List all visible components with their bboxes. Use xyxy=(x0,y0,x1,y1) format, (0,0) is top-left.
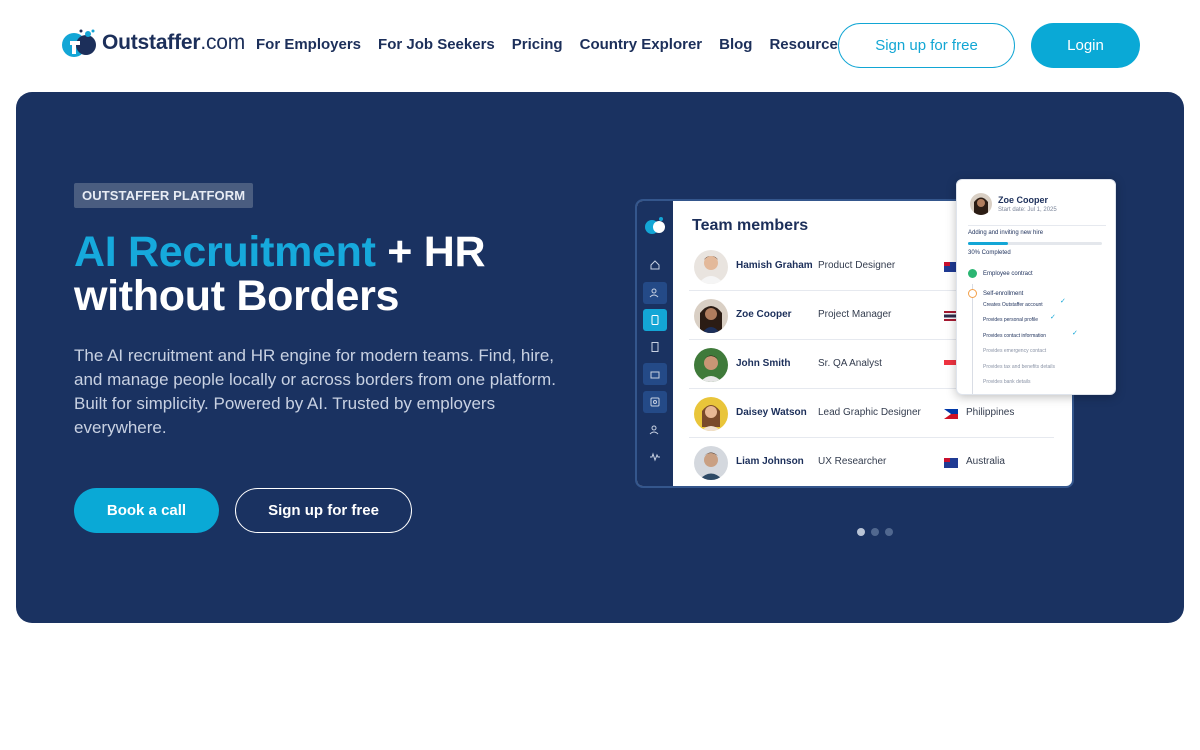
briefcase-icon xyxy=(643,363,667,385)
headline-accent: AI Recruitment xyxy=(74,228,376,276)
progress-fill xyxy=(968,242,1009,245)
australia-flag-icon xyxy=(944,458,958,468)
member-name: Hamish Graham xyxy=(736,260,813,271)
activity-icon xyxy=(643,446,667,468)
step-employee-contract: Employee contract xyxy=(968,269,1033,278)
table-row: Daisey Watson Lead Graphic Designer Phil… xyxy=(689,389,1054,438)
people-add-icon xyxy=(643,282,667,304)
book-call-button[interactable]: Book a call xyxy=(74,488,219,533)
member-name: Zoe Cooper xyxy=(736,309,792,320)
home-icon xyxy=(643,254,667,276)
pending-circle-icon xyxy=(968,289,977,298)
member-role: Product Designer xyxy=(818,260,896,271)
check-circle-icon xyxy=(968,269,977,278)
mockup-sidebar xyxy=(637,201,673,486)
avatar xyxy=(970,193,992,215)
substep: Provides tax and benefits details xyxy=(983,364,1055,370)
onboarding-popup: Zoe Cooper Start date: Jul 1, 2025 Addin… xyxy=(956,179,1116,395)
substep: Creates Outstaffer account xyxy=(983,302,1043,308)
users-icon xyxy=(643,419,667,441)
nav-for-employers[interactable]: For Employers xyxy=(256,36,361,53)
progress-bar xyxy=(968,242,1102,245)
member-name: John Smith xyxy=(736,358,791,369)
popup-name: Zoe Cooper xyxy=(998,195,1049,205)
carousel-dot[interactable] xyxy=(871,528,879,536)
member-name: Liam Johnson xyxy=(736,456,804,467)
avatar xyxy=(694,348,728,382)
substep: Provides bank details xyxy=(983,379,1031,385)
avatar xyxy=(694,250,728,284)
id-card-icon xyxy=(643,391,667,413)
login-button[interactable]: Login xyxy=(1031,23,1140,68)
member-role: Project Manager xyxy=(818,309,892,320)
divider xyxy=(968,225,1106,226)
nav-country-explorer[interactable]: Country Explorer xyxy=(580,36,703,53)
headline-rest-1: + HR xyxy=(375,228,486,276)
popup-start-date: Start date: Jul 1, 2025 xyxy=(998,207,1057,213)
headline-rest-2: without Borders xyxy=(74,272,400,320)
hero-description: The AI recruitment and HR engine for mod… xyxy=(74,346,556,437)
logo-text: Outstaffer.com xyxy=(102,31,246,54)
file-icon xyxy=(643,336,667,358)
main-nav: For Employers For Job Seekers Pricing Co… xyxy=(256,36,863,53)
carousel-dot[interactable] xyxy=(857,528,865,536)
outstaffer-logo[interactable]: Outstaffer.com xyxy=(60,27,245,59)
table-row: Liam Johnson UX Researcher Australia xyxy=(689,438,1054,486)
progress-label: 30% Completed xyxy=(968,250,1011,256)
avatar xyxy=(694,299,728,333)
mockup-title: Team members xyxy=(692,217,809,234)
step-self-enrollment: Self-enrollment xyxy=(968,289,1023,298)
carousel-dots xyxy=(857,528,893,536)
nav-resources[interactable]: Resources xyxy=(769,36,846,53)
member-country: Philippines xyxy=(966,407,1015,418)
nav-pricing[interactable]: Pricing xyxy=(512,36,563,53)
philippines-flag-icon xyxy=(944,409,958,419)
substep: Provides emergency contact xyxy=(983,348,1047,354)
nav-for-job-seekers[interactable]: For Job Seekers xyxy=(378,36,495,53)
member-role: UX Researcher xyxy=(818,456,887,467)
logo-mark-icon xyxy=(62,29,96,57)
hero-section: OUTSTAFFER PLATFORM AI Recruitment + HR … xyxy=(16,92,1184,623)
timeline-line xyxy=(972,284,973,394)
member-role: Sr. QA Analyst xyxy=(818,358,882,369)
hero-headline: AI Recruitment + HR without Borders xyxy=(74,230,574,318)
popup-task: Adding and inviting new hire xyxy=(968,230,1044,236)
document-icon xyxy=(643,309,667,331)
hero-signup-button[interactable]: Sign up for free xyxy=(235,488,412,533)
nav-blog[interactable]: Blog xyxy=(719,36,752,53)
platform-badge: OUTSTAFFER PLATFORM xyxy=(74,183,254,208)
check-icon: ✓ xyxy=(1060,298,1066,305)
substep: Provides personal profile xyxy=(983,317,1039,323)
check-icon: ✓ xyxy=(1050,314,1056,321)
member-role: Lead Graphic Designer xyxy=(818,407,921,418)
member-name: Daisey Watson xyxy=(736,407,807,418)
substep: Provides contact information xyxy=(983,333,1047,339)
carousel-dot[interactable] xyxy=(885,528,893,536)
check-icon: ✓ xyxy=(1072,330,1078,337)
site-header: Outstaffer.com For Employers For Job See… xyxy=(0,0,1200,92)
member-country: Australia xyxy=(966,456,1005,467)
mockup-logo-icon xyxy=(645,217,665,234)
avatar xyxy=(694,446,728,480)
avatar xyxy=(694,397,728,431)
header-signup-button[interactable]: Sign up for free xyxy=(838,23,1015,68)
